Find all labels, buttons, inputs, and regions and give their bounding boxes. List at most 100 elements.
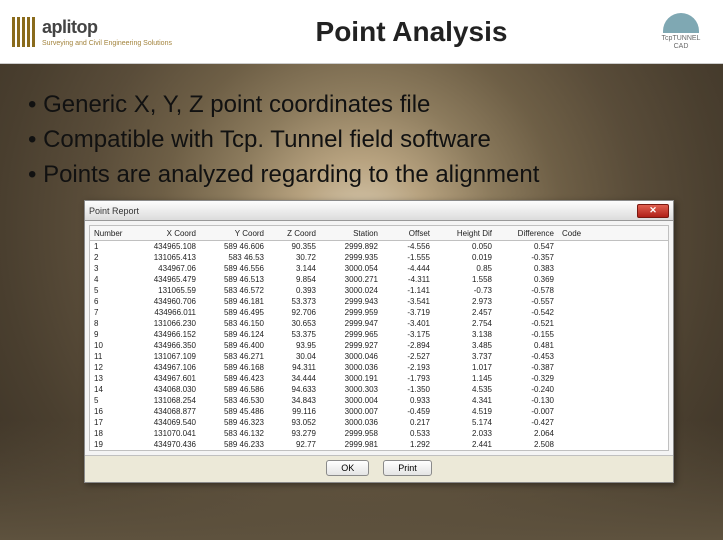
cell: 0.547 [496, 240, 558, 252]
col-ycoord[interactable]: Y Coord [200, 226, 268, 240]
table-body: 1434965.108589 46.60690.3552999.892-4.55… [90, 240, 668, 450]
cell: -1.555 [382, 252, 434, 263]
table-row[interactable]: 16434068.877589 45.48699.1163000.007-0.4… [90, 406, 668, 417]
report-table: Number X Coord Y Coord Z Coord Station O… [89, 225, 669, 451]
cell [558, 307, 668, 318]
cell: 2.754 [434, 318, 496, 329]
table-row[interactable]: 5131068.254583 46.53034.8433000.0040.933… [90, 395, 668, 406]
cell: 2999.965 [320, 329, 382, 340]
cell: 583 46.572 [200, 285, 268, 296]
cell: 10 [90, 340, 128, 351]
table-row[interactable]: 8131066.230583 46.15030.6532999.947-3.40… [90, 318, 668, 329]
table-row[interactable]: 4434965.479589 46.5139.8543000.271-4.311… [90, 274, 668, 285]
cell: 2.973 [434, 296, 496, 307]
cell: 92.706 [268, 307, 320, 318]
table-row[interactable]: 10434966.350589 46.40093.952999.927-2.89… [90, 340, 668, 351]
cell: 2999.892 [320, 240, 382, 252]
col-xcoord[interactable]: X Coord [128, 226, 200, 240]
cell: -0.357 [496, 252, 558, 263]
cell: 3000.004 [320, 395, 382, 406]
product-logo-line2: CAD [651, 43, 711, 51]
cell: 434965.108 [128, 240, 200, 252]
cell [558, 252, 668, 263]
page-title: Point Analysis [172, 16, 651, 48]
cell: 583 46.530 [200, 395, 268, 406]
cell: 5.174 [434, 417, 496, 428]
cell: 0.383 [496, 263, 558, 274]
cell: 8 [90, 318, 128, 329]
col-heightdif[interactable]: Height Dif [434, 226, 496, 240]
cell: 4.341 [434, 395, 496, 406]
table-row[interactable]: 19434970.436589 46.23392.772999.9811.292… [90, 439, 668, 450]
table-row[interactable]: 13434967.601589 46.42334.4443000.191-1.7… [90, 373, 668, 384]
cell: -0.521 [496, 318, 558, 329]
dialog-titlebar: Point Report ✕ [85, 201, 673, 221]
cell [558, 406, 668, 417]
cell: 434966.011 [128, 307, 200, 318]
bullet-item: Generic X, Y, Z point coordinates file [28, 88, 695, 123]
cell: -0.427 [496, 417, 558, 428]
cell: -3.401 [382, 318, 434, 329]
cell: 589 46.233 [200, 439, 268, 450]
cell: -1.793 [382, 373, 434, 384]
col-offset[interactable]: Offset [382, 226, 434, 240]
cell: 92.77 [268, 439, 320, 450]
table-row[interactable]: 7434966.011589 46.49592.7062999.959-3.71… [90, 307, 668, 318]
table-row[interactable]: 6434960.706589 46.18153.3732999.943-3.54… [90, 296, 668, 307]
cell [558, 395, 668, 406]
cell: -0.007 [496, 406, 558, 417]
body-content: Generic X, Y, Z point coordinates file C… [0, 64, 723, 192]
cell: -0.73 [434, 285, 496, 296]
cell: 53.375 [268, 329, 320, 340]
cell: 131067.109 [128, 351, 200, 362]
cell: 589 46.423 [200, 373, 268, 384]
cell: 90.355 [268, 240, 320, 252]
cell: -4.311 [382, 274, 434, 285]
table-row[interactable]: 1434965.108589 46.60690.3552999.892-4.55… [90, 240, 668, 252]
cell: -0.240 [496, 384, 558, 395]
cell: 2.064 [496, 428, 558, 439]
print-button[interactable]: Print [383, 460, 432, 476]
table-row[interactable]: 2131065.413583 46.5330.722999.935-1.5550… [90, 252, 668, 263]
col-difference[interactable]: Difference [496, 226, 558, 240]
table-row[interactable]: 9434966.152589 46.12453.3752999.965-3.17… [90, 329, 668, 340]
cell: 1.145 [434, 373, 496, 384]
cell: 3000.191 [320, 373, 382, 384]
col-zcoord[interactable]: Z Coord [268, 226, 320, 240]
cell: 131066.230 [128, 318, 200, 329]
cell: -0.578 [496, 285, 558, 296]
tunnel-arc-icon [663, 13, 699, 33]
col-code[interactable]: Code [558, 226, 668, 240]
close-button[interactable]: ✕ [637, 204, 669, 218]
col-number[interactable]: Number [90, 226, 128, 240]
cell [558, 384, 668, 395]
cell: 30.72 [268, 252, 320, 263]
cell: 0.533 [382, 428, 434, 439]
cell: 434970.436 [128, 439, 200, 450]
point-report-dialog: Point Report ✕ Number X Coord Y Coord Z … [84, 200, 674, 483]
cell: -3.541 [382, 296, 434, 307]
cell: 5 [90, 285, 128, 296]
cell [558, 351, 668, 362]
cell: 3 [90, 263, 128, 274]
col-station[interactable]: Station [320, 226, 382, 240]
cell: 3000.054 [320, 263, 382, 274]
table-row[interactable]: 18131070.041583 46.13293.2792999.9580.53… [90, 428, 668, 439]
ok-button[interactable]: OK [326, 460, 369, 476]
table-row[interactable]: 3434967.06589 46.5563.1443000.054-4.4440… [90, 263, 668, 274]
cell: 53.373 [268, 296, 320, 307]
table-row[interactable]: 5131065.59583 46.5720.3933000.024-1.141-… [90, 285, 668, 296]
table-row[interactable]: 14434068.030589 46.58694.6333000.303-1.3… [90, 384, 668, 395]
cell: 0.393 [268, 285, 320, 296]
table-row[interactable]: 11131067.109583 46.27130.043000.046-2.52… [90, 351, 668, 362]
cell: 16 [90, 406, 128, 417]
table-row[interactable]: 12434967.106589 46.16894.3113000.036-2.1… [90, 362, 668, 373]
table-row[interactable]: 17434069.540589 46.32393.0523000.0360.21… [90, 417, 668, 428]
cell: -3.719 [382, 307, 434, 318]
cell: 34.843 [268, 395, 320, 406]
cell: 3.485 [434, 340, 496, 351]
cell: -1.141 [382, 285, 434, 296]
cell: 2 [90, 252, 128, 263]
cell: 583 46.150 [200, 318, 268, 329]
cell: 9 [90, 329, 128, 340]
